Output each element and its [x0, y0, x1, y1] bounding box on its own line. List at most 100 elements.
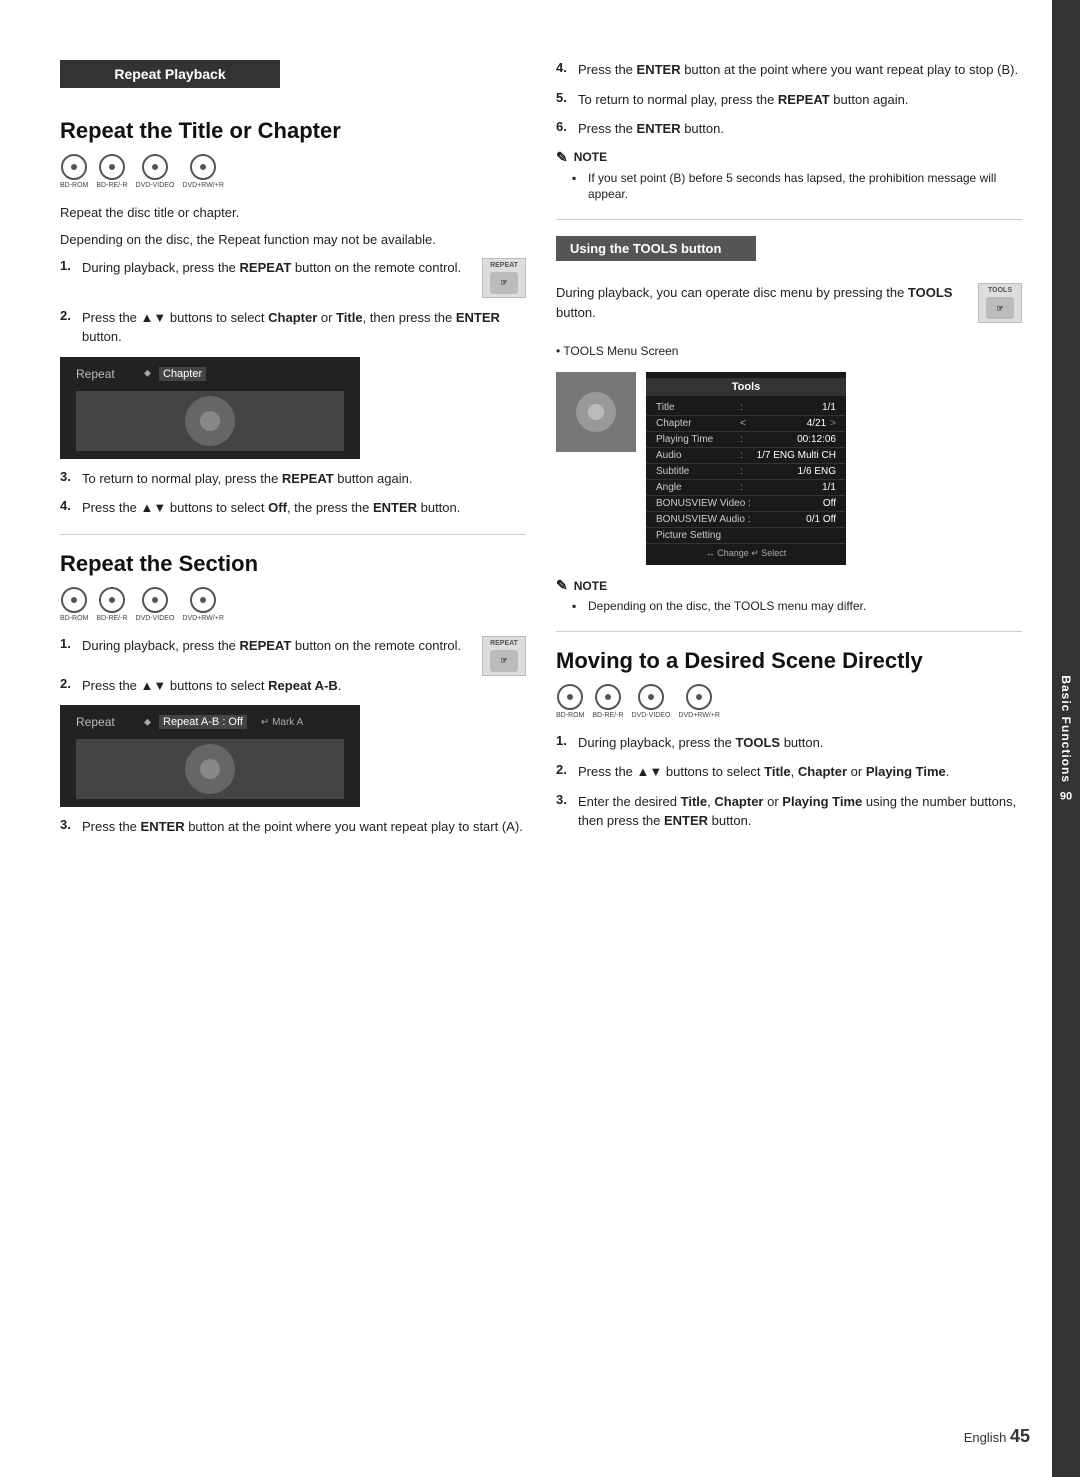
disc-icon-dvdvideo: DVD-VIDEO: [136, 154, 175, 190]
mv-step3: 3. Enter the desired Title, Chapter or P…: [556, 792, 1022, 831]
tools-val-subtitle: 1/6 ENG: [747, 466, 836, 477]
tools-header: Using the TOOLS button: [556, 236, 756, 261]
tools-button-image: TOOLS ☞: [978, 283, 1022, 323]
disc-circle-dvdvideo: [142, 154, 168, 180]
step1-content: 1. During playback, press the REPEAT but…: [60, 258, 468, 278]
step2-num: 2.: [60, 308, 76, 323]
rs-disc-icon-bdrer: BD-RE/-R: [96, 587, 127, 623]
step3-text: To return to normal play, press the REPE…: [82, 469, 526, 489]
mv-step2-text: Press the ▲▼ buttons to select Title, Ch…: [578, 762, 1022, 782]
step3-num: 3.: [60, 469, 76, 484]
repeat-button-image: REPEAT ☞: [482, 258, 526, 298]
repeat-section-right: 4. Press the ENTER button at the point w…: [556, 60, 1022, 203]
chapter-number: 06: [1060, 789, 1072, 801]
mv-step2-pt: Playing Time: [866, 764, 946, 779]
repeat-title-chapter-heading: Repeat the Title or Chapter: [60, 118, 526, 144]
rs-step6-text: Press the ENTER button.: [578, 119, 1022, 139]
note-label-rs: NOTE: [574, 150, 607, 164]
divider-right: [556, 219, 1022, 220]
repeat-title-chapter-section: Repeat the Title or Chapter BD-ROM BD-RE…: [60, 118, 526, 518]
rs-step6-num: 6.: [556, 119, 572, 134]
tools-table-container: Tools Title : 1/1 Chapter < 4/21 >: [556, 372, 1022, 565]
rs-step2-num: 2.: [60, 676, 76, 691]
tools-row-chapter: Chapter < 4/21 >: [646, 416, 846, 432]
mv-circle-bdrer: [595, 684, 621, 710]
tools-bold: TOOLS: [908, 285, 953, 300]
side-tab: 06 Basic Functions: [1052, 0, 1080, 1477]
screen-repeat-label: Repeat: [76, 367, 136, 381]
rs-step4: 4. Press the ENTER button at the point w…: [556, 60, 1022, 80]
rs-disc-circle-bdrer: [99, 587, 125, 613]
disc-circle-dvdrw: [190, 154, 216, 180]
right-column: 4. Press the ENTER button at the point w…: [556, 60, 1022, 1417]
disc-circle-bdrer: [99, 154, 125, 180]
screen-repeat-row: Repeat ⬥ Chapter: [76, 365, 344, 383]
rs-step1: 1. During playback, press the REPEAT but…: [60, 636, 474, 656]
rs-step4-text: Press the ENTER button at the point wher…: [578, 60, 1022, 80]
tools-val-picture: [736, 530, 836, 541]
tools-key-chapter: Chapter: [656, 418, 736, 429]
mv-disc-bdrom: BD-ROM: [556, 684, 584, 720]
divider1: [60, 534, 526, 535]
note-title-rs: ✎ NOTE: [556, 149, 1022, 166]
rs-step1-text: During playback, press the REPEAT button…: [82, 636, 474, 656]
tools-intro-row: During playback, you can operate disc me…: [556, 283, 1022, 330]
tools-row-angle: Angle : 1/1: [646, 480, 846, 496]
rs-disc-icon-dvdrw: DVD+RW/+R: [182, 587, 224, 623]
rs-step3: 3. Press the ENTER button at the point w…: [60, 817, 526, 837]
tools-key-title: Title: [656, 402, 736, 413]
tools-note-item: ▪ Depending on the disc, the TOOLS menu …: [572, 598, 1022, 615]
repeat-ab-screen: Repeat ⬥ Repeat A-B : Off ↵ Mark A: [60, 705, 360, 807]
tools-menu-label: • TOOLS Menu Screen: [556, 342, 1022, 360]
language-label: English: [964, 1430, 1007, 1445]
tools-key-picture: Picture Setting: [656, 530, 736, 541]
tools-key-angle: Angle: [656, 482, 736, 493]
step4-off: Off: [268, 500, 287, 515]
mv-step1: 1. During playback, press the TOOLS butt…: [556, 733, 1022, 753]
note-text-rs: If you set point (B) before 5 seconds ha…: [588, 170, 1022, 204]
rs-step1-container: 1. During playback, press the REPEAT but…: [60, 636, 526, 676]
mv-step3-pt: Playing Time: [782, 794, 862, 809]
tools-note-text: Depending on the disc, the TOOLS menu ma…: [588, 598, 866, 615]
rs-step1-repeat: REPEAT: [240, 638, 292, 653]
repeat-title-step2: 2. Press the ▲▼ buttons to select Chapte…: [60, 308, 526, 347]
tools-intro-text: During playback, you can operate disc me…: [556, 283, 978, 322]
tools-header-container: Using the TOOLS button: [556, 236, 1022, 271]
note-bullet-rs: ▪: [572, 170, 582, 204]
mv-step2-chapter: Chapter: [798, 764, 847, 779]
mv-disc-bdrer: BD-RE/-R: [592, 684, 623, 720]
note-icon-rs: ✎: [556, 149, 568, 166]
tools-key-bonusaudio: BONUSVIEW Audio :: [656, 514, 750, 525]
screen-ab-arrow: ⬥: [144, 717, 151, 728]
rs-step5-text: To return to normal play, press the REPE…: [578, 90, 1022, 110]
repeat-playback-header: Repeat Playback: [60, 60, 280, 88]
using-tools-section: Using the TOOLS button During playback, …: [556, 236, 1022, 615]
page-number: 45: [1010, 1426, 1030, 1446]
left-column: Repeat Playback Repeat the Title or Chap…: [60, 60, 526, 1417]
repeat-title-step3: 3. To return to normal play, press the R…: [60, 469, 526, 489]
mv-step2: 2. Press the ▲▼ buttons to select Title,…: [556, 762, 1022, 782]
step1-text: During playback, press the REPEAT button…: [82, 258, 468, 278]
tools-val-title: 1/1: [747, 402, 836, 413]
repeat-chapter-screen: Repeat ⬥ Chapter: [60, 357, 360, 459]
tools-val-angle: 1/1: [747, 482, 836, 493]
repeat-title-step1: 1. During playback, press the REPEAT but…: [60, 258, 526, 298]
moving-section: Moving to a Desired Scene Directly BD-RO…: [556, 648, 1022, 831]
rs-step3-enter: ENTER: [141, 819, 185, 834]
mv-disc-dvdrw: DVD+RW/+R: [678, 684, 720, 720]
mv-step2-title: Title: [764, 764, 791, 779]
mv-step3-title: Title: [681, 794, 708, 809]
step4-enter: ENTER: [373, 500, 417, 515]
tools-table: Tools Title : 1/1 Chapter < 4/21 >: [646, 372, 846, 565]
tools-key-bonusvideo: BONUSVIEW Video :: [656, 498, 751, 509]
divider-moving: [556, 631, 1022, 632]
repeat-section-disc-icons: BD-ROM BD-RE/-R DVD-VIDEO DVD+RW/+R: [60, 587, 526, 623]
mv-step3-enter: ENTER: [664, 813, 708, 828]
tools-note-title: ✎ NOTE: [556, 577, 1022, 594]
tools-photo: [556, 372, 636, 452]
rs-step2-bold: Repeat A-B: [268, 678, 338, 693]
tools-row-subtitle: Subtitle : 1/6 ENG: [646, 464, 846, 480]
tools-val-bonusvideo: Off: [751, 498, 836, 509]
tools-key-audio: Audio: [656, 450, 736, 461]
disc-circle-bdrom: [61, 154, 87, 180]
